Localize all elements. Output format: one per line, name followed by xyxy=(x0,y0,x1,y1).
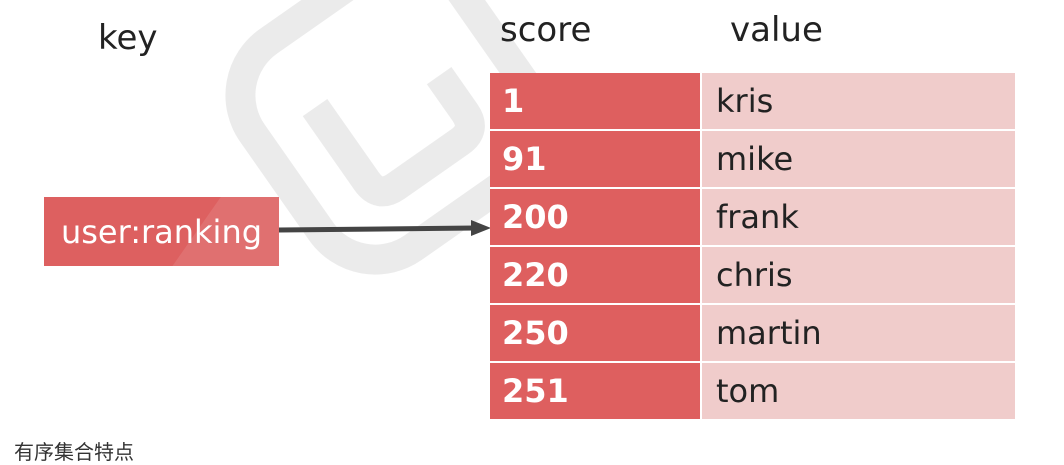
score-cell: 1 xyxy=(490,73,702,129)
arrow-connector xyxy=(279,220,491,236)
table-row: 220 chris xyxy=(490,245,1015,303)
table-row: 200 frank xyxy=(490,187,1015,245)
score-cell: 91 xyxy=(490,131,702,187)
sorted-set-table: 1 kris 91 mike 200 frank 220 chris 250 martin 251 t… xyxy=(490,73,1015,419)
value-cell: martin xyxy=(702,305,1015,361)
value-cell: tom xyxy=(702,363,1015,419)
score-cell: 250 xyxy=(490,305,702,361)
value-cell: frank xyxy=(702,189,1015,245)
value-cell: kris xyxy=(702,73,1015,129)
table-row: 250 martin xyxy=(490,303,1015,361)
value-header: value xyxy=(730,10,823,50)
table-row: 1 kris xyxy=(490,73,1015,129)
table-row: 251 tom xyxy=(490,361,1015,419)
score-header: score xyxy=(500,10,592,50)
score-cell: 220 xyxy=(490,247,702,303)
key-header: key xyxy=(98,18,158,58)
footer-caption: 有序集合特点 xyxy=(14,440,134,464)
value-cell: chris xyxy=(702,247,1015,303)
table-row: 91 mike xyxy=(490,129,1015,187)
score-cell: 251 xyxy=(490,363,702,419)
score-cell: 200 xyxy=(490,189,702,245)
key-box: user:ranking xyxy=(44,197,279,266)
value-cell: mike xyxy=(702,131,1015,187)
